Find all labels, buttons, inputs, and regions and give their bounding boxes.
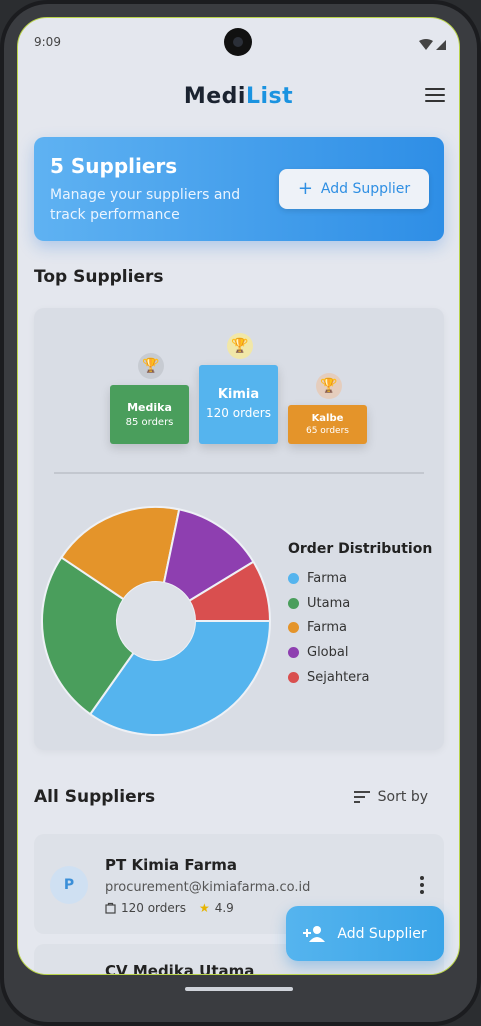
top-suppliers-title: Top Suppliers	[34, 267, 164, 287]
legend-label: Sejahtera	[307, 669, 370, 685]
legend-item: Utama	[288, 591, 369, 616]
add-person-icon	[303, 925, 326, 942]
supplier-meta: 120 orders ★ 4.9	[105, 901, 234, 915]
plus-icon: +	[297, 178, 313, 199]
chart-legend: Farma Utama Farma Global Sejahtera	[288, 566, 369, 689]
top-suppliers-card: 🏆 Medika 85 orders 🏆 Kimia 120 orders 🏆 …	[34, 308, 444, 750]
cell-signal-icon	[436, 40, 446, 50]
order-distribution-chart	[41, 506, 272, 736]
bronze-trophy-icon: 🏆	[316, 373, 342, 399]
legend-item: Sejahtera	[288, 665, 369, 690]
podium-second-orders: 85 orders	[125, 417, 174, 428]
sort-by-button[interactable]: Sort by	[353, 789, 428, 805]
supplier-email: procurement@kimiafarma.co.id	[105, 880, 311, 895]
logo-part-medi: Medi	[183, 84, 246, 109]
podium-third-orders: 65 orders	[305, 426, 349, 436]
podium-first[interactable]: Kimia 120 orders	[199, 365, 278, 444]
podium-third-name: Kalbe	[311, 413, 344, 424]
supplier-orders: 120 orders	[121, 901, 186, 915]
add-supplier-button[interactable]: + Add Supplier	[279, 169, 429, 209]
home-indicator[interactable]	[185, 987, 293, 991]
legend-label: Global	[307, 644, 349, 660]
front-camera	[224, 28, 252, 56]
legend-item: Global	[288, 640, 369, 665]
app-logo: MediList	[18, 84, 459, 109]
sort-icon	[353, 791, 370, 803]
app-screen: 9:09 MediList 5 Suppliers Manage your su…	[17, 17, 460, 975]
chart-title: Order Distribution	[288, 541, 433, 557]
podium-second-name: Medika	[127, 401, 172, 414]
legend-label: Farma	[307, 620, 347, 636]
logo-part-list: List	[245, 84, 294, 109]
all-suppliers-title: All Suppliers	[34, 787, 156, 807]
app-bar: MediList	[18, 78, 459, 118]
wifi-icon	[419, 39, 433, 50]
donut-hole	[117, 582, 195, 660]
add-supplier-fab[interactable]: Add Supplier	[286, 906, 444, 961]
podium-first-orders: 120 orders	[206, 406, 271, 420]
fab-label: Add Supplier	[337, 925, 427, 942]
supplier-name: PT Kimia Farma	[105, 856, 237, 874]
podium-divider	[54, 472, 424, 474]
legend-swatch	[288, 646, 299, 658]
legend-swatch	[288, 572, 299, 584]
add-supplier-label: Add Supplier	[320, 181, 411, 197]
legend-swatch	[288, 597, 299, 609]
legend-item: Farma	[288, 566, 369, 591]
legend-item: Farma	[288, 615, 369, 640]
supplier-summary-banner: 5 Suppliers Manage your suppliers and tr…	[34, 137, 444, 241]
menu-icon[interactable]	[425, 88, 445, 104]
podium-first-name: Kimia	[217, 387, 260, 402]
supplier-name: CV Medika Utama	[105, 962, 255, 975]
silver-trophy-icon: 🏆	[138, 353, 164, 379]
signal-icons	[419, 36, 447, 55]
supplier-count-title: 5 Suppliers	[50, 154, 178, 178]
legend-label: Utama	[307, 595, 351, 611]
banner-subtitle: Manage your suppliers and track performa…	[50, 187, 241, 223]
bag-icon	[105, 902, 116, 914]
podium-second[interactable]: Medika 85 orders	[110, 385, 189, 444]
sort-by-label: Sort by	[377, 789, 428, 805]
supplier-avatar: P	[50, 866, 88, 904]
podium-third[interactable]: Kalbe 65 orders	[288, 405, 367, 444]
phone-frame: 9:09 MediList 5 Suppliers Manage your su…	[0, 0, 481, 1026]
star-icon: ★	[198, 901, 210, 915]
legend-swatch	[288, 622, 299, 634]
more-options-icon[interactable]	[420, 876, 424, 897]
legend-label: Farma	[307, 570, 347, 586]
gold-trophy-icon: 🏆	[227, 333, 253, 359]
status-time: 9:09	[34, 35, 61, 49]
supplier-rating: 4.9	[214, 901, 234, 915]
status-bar: 9:09	[18, 18, 459, 64]
legend-swatch	[288, 671, 299, 683]
